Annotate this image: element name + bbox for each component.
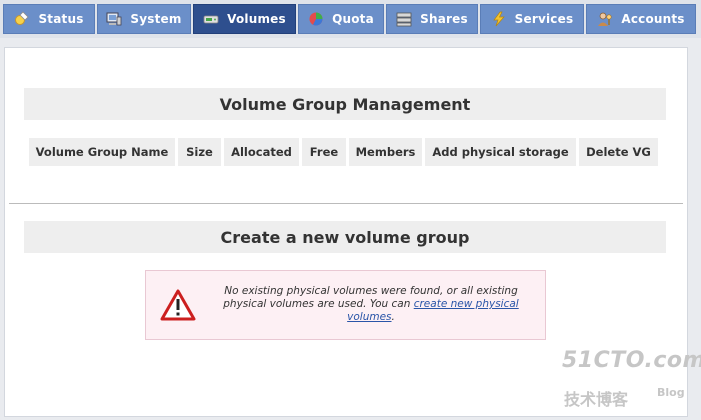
status-icon [14,11,30,27]
column-header-free: Free [302,138,346,166]
tab-shares[interactable]: Shares [386,4,478,34]
watermark-blog: Blog [657,386,685,399]
warning-icon [160,289,196,321]
column-header-allocated: Allocated [224,138,299,166]
tab-label: Accounts [621,12,685,26]
accounts-icon [597,11,613,27]
tab-volumes[interactable]: Volumes [193,4,296,34]
column-header-vg-name: Volume Group Name [29,138,175,166]
tab-status[interactable]: Status [3,4,95,34]
column-header-delete-vg: Delete VG [579,138,658,166]
tab-label: Quota [332,12,374,26]
warning-message-end: . [391,311,395,323]
tab-label: Services [514,12,574,26]
section-divider [9,203,683,204]
watermark: 51CTO.com 技术博客 Blog [560,348,701,418]
shares-icon [396,11,412,27]
system-icon [106,11,122,27]
tab-services[interactable]: Services [480,4,584,34]
column-header-size: Size [178,138,221,166]
create-vg-title: Create a new volume group [24,221,666,253]
tab-label: Shares [420,12,468,26]
watermark-site: 51CTO.com [562,348,701,373]
tab-label: Volumes [227,12,286,26]
volumes-icon [203,11,219,27]
quota-icon [308,11,324,27]
column-header-add-physical-storage: Add physical storage [425,138,576,166]
tab-accounts[interactable]: Accounts [586,4,696,34]
tab-label: Status [38,12,84,26]
main-navigation: Status System Volumes Quota Shares Servi… [0,0,701,38]
vg-management-title: Volume Group Management [24,88,666,120]
tab-label: System [130,12,182,26]
lightning-icon [491,11,507,27]
no-physical-volumes-warning: No existing physical volumes were found,… [145,270,546,340]
volume-group-table-header: Volume Group Name Size Allocated Free Me… [29,138,658,166]
tab-quota[interactable]: Quota [298,4,384,34]
warning-message: No existing physical volumes were found,… [206,285,536,324]
column-header-members: Members [349,138,422,166]
tab-system[interactable]: System [97,4,191,34]
watermark-cn: 技术博客 [564,390,629,409]
